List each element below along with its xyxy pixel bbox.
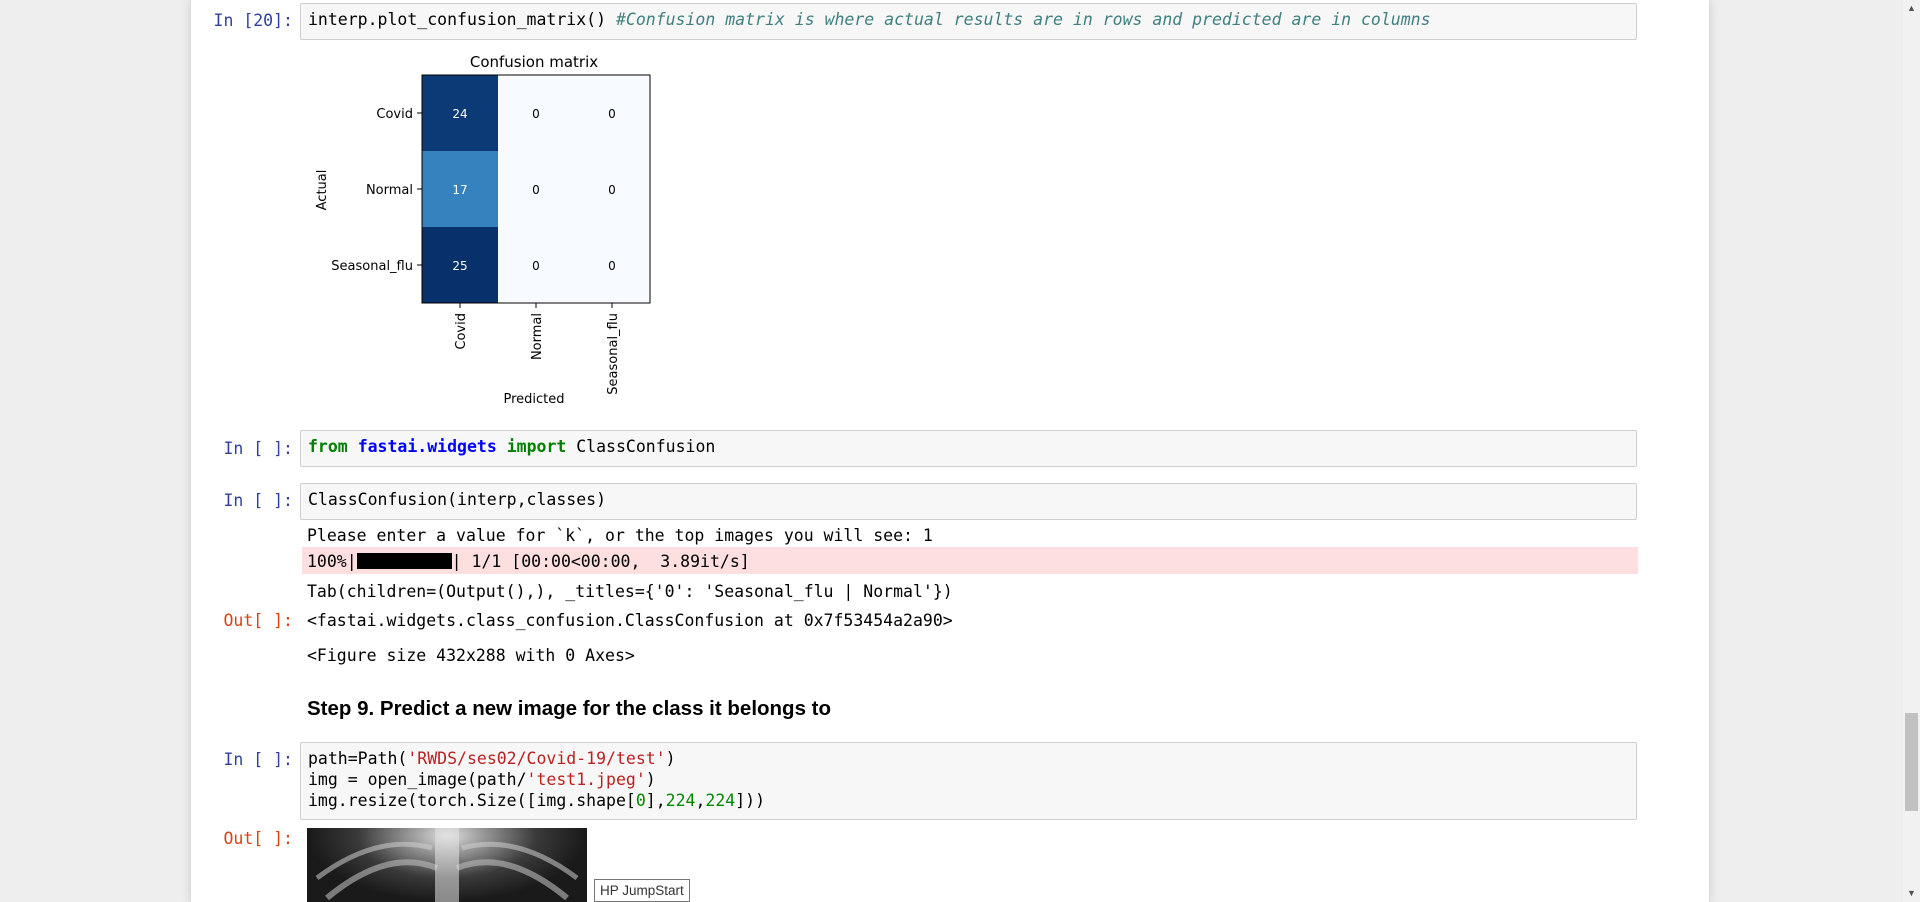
cell-value-label: 0 (532, 107, 540, 121)
cell-value-label: 25 (452, 259, 467, 273)
scrollbar-thumb[interactable] (1905, 713, 1918, 811)
y-tick-label: Normal (366, 183, 413, 198)
code-cell-input[interactable]: ClassConfusion(interp,classes) (300, 483, 1637, 520)
import-name: ClassConfusion (576, 437, 716, 456)
stdout-line: Please enter a value for `k`, or the top… (307, 526, 933, 545)
cell-value-label: 0 (532, 183, 540, 197)
tooltip: HP JumpStart (594, 879, 690, 902)
output-prompt: Out[ ]: (223, 829, 293, 848)
x-tick-label: Normal (530, 313, 545, 360)
progress-output: 100%| | 1/1 [00:00<00:00, 3.89it/s] (307, 551, 750, 573)
progress-suffix: | 1/1 [00:00<00:00, 3.89it/s] (451, 552, 750, 571)
keyword-from: from (308, 437, 348, 456)
y-tick-label: Covid (376, 107, 413, 122)
vertical-scrollbar[interactable]: ▲ ▼ (1903, 0, 1920, 902)
code-comment: #Confusion matrix is where actual result… (615, 10, 1431, 29)
cell-value-label: 17 (452, 183, 467, 197)
input-prompt: In [ ]: (223, 491, 293, 510)
cell-value-label: 0 (532, 259, 540, 273)
cell-value-label: 0 (608, 107, 616, 121)
code-cell-input[interactable]: from fastai.widgets import ClassConfusio… (300, 430, 1637, 467)
cell-value-label: 0 (608, 259, 616, 273)
keyword-import: import (506, 437, 567, 456)
code-line-2: img = open_image(path/'test1.jpeg') (308, 770, 656, 789)
figure-repr: <Figure size 432x288 with 0 Axes> (307, 646, 635, 665)
module-name: fastai.widgets (357, 437, 497, 456)
x-tick-label: Covid (454, 313, 469, 350)
tab-widget-repr: Tab(children=(Output(),), _titles={'0': … (307, 582, 953, 601)
confusion-matrix-chart: Confusion matrix Actual Predicted 24 0 0 17… (315, 53, 651, 407)
code-line-1: path=Path('RWDS/ses02/Covid-19/test') (308, 749, 676, 768)
xray-output-image (307, 828, 587, 902)
code-line-3: img.resize(torch.Size([img.shape[0],224,… (308, 791, 766, 810)
xray-ribs (315, 828, 579, 902)
input-prompt: In [20]: (213, 11, 293, 30)
progress-bar-fill (356, 553, 452, 569)
code-cell-input[interactable]: interp.plot_confusion_matrix() #Confusio… (300, 3, 1637, 40)
output-repr: <fastai.widgets.class_confusion.ClassCon… (307, 611, 953, 630)
y-tick-label: Seasonal_flu (331, 259, 413, 274)
code-text: ClassConfusion(interp,classes) (308, 490, 607, 509)
y-axis-label: Actual (315, 170, 330, 211)
input-prompt: In [ ]: (223, 439, 293, 458)
x-axis-label: Predicted (503, 392, 564, 407)
cell-value-label: 24 (452, 107, 467, 121)
output-prompt: Out[ ]: (223, 611, 293, 630)
input-prompt: In [ ]: (223, 750, 293, 769)
code-cell-input[interactable]: path=Path('RWDS/ses02/Covid-19/test') im… (300, 742, 1637, 820)
x-tick-label: Seasonal_flu (606, 313, 621, 395)
progress-prefix: 100%| (307, 552, 357, 571)
chart-title: Confusion matrix (470, 53, 598, 71)
scroll-up-arrow-icon[interactable]: ▲ (1903, 0, 1920, 17)
code-text: interp.plot_confusion_matrix() (308, 10, 607, 29)
markdown-heading: Step 9. Predict a new image for the clas… (307, 697, 832, 720)
cell-value-label: 0 (608, 183, 616, 197)
scroll-down-arrow-icon[interactable]: ▼ (1903, 885, 1920, 902)
